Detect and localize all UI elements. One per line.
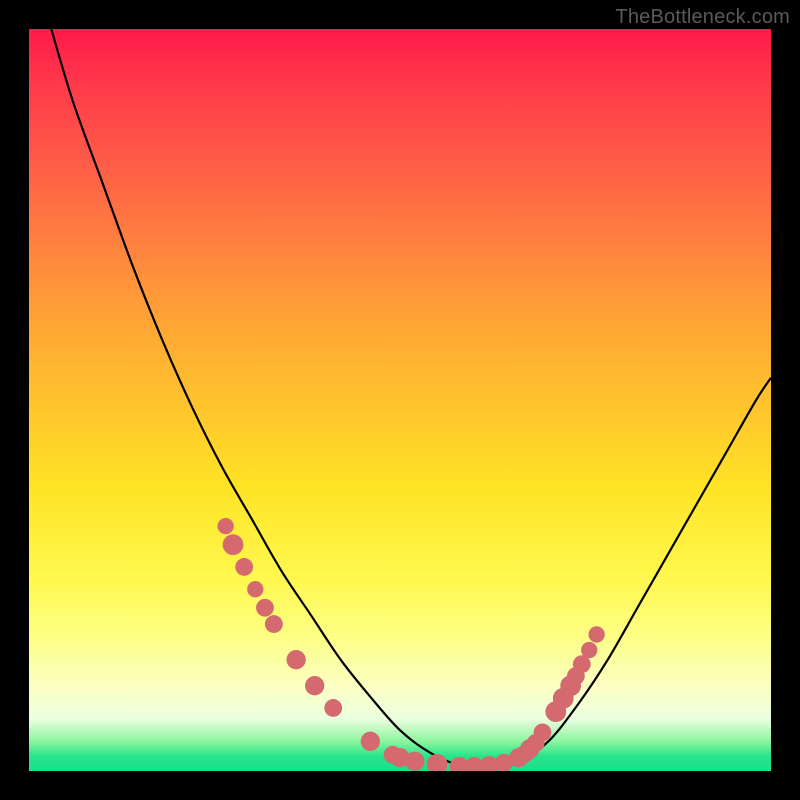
bottleneck-curve xyxy=(51,29,771,767)
data-marker xyxy=(405,752,424,771)
data-marker xyxy=(247,581,263,597)
data-marker xyxy=(223,534,244,555)
data-marker xyxy=(479,756,498,771)
data-marker xyxy=(217,518,233,534)
data-marker xyxy=(256,599,274,617)
data-marker xyxy=(516,745,534,763)
plot-area xyxy=(29,29,771,771)
data-marker xyxy=(553,688,574,709)
data-marker xyxy=(450,757,469,771)
watermark-text: TheBottleneck.com xyxy=(615,6,790,29)
data-marker xyxy=(545,701,566,722)
data-marker xyxy=(588,626,604,642)
data-marker xyxy=(265,615,283,633)
data-marker xyxy=(465,757,484,771)
marker-group xyxy=(217,518,604,771)
data-marker xyxy=(305,676,324,695)
data-marker xyxy=(390,748,409,767)
data-marker xyxy=(581,642,597,658)
data-marker xyxy=(527,734,545,752)
data-marker xyxy=(235,558,253,576)
data-marker xyxy=(324,699,342,717)
data-marker xyxy=(427,754,448,771)
data-marker xyxy=(567,667,585,685)
data-marker xyxy=(495,754,513,771)
data-marker xyxy=(560,675,581,696)
data-marker xyxy=(573,655,591,673)
data-marker xyxy=(520,739,539,758)
chart-svg xyxy=(29,29,771,771)
chart-frame: TheBottleneck.com xyxy=(0,0,800,800)
data-marker xyxy=(509,748,528,767)
data-marker xyxy=(384,746,402,764)
data-marker xyxy=(286,650,305,669)
data-marker xyxy=(361,732,380,751)
data-marker xyxy=(534,724,552,742)
